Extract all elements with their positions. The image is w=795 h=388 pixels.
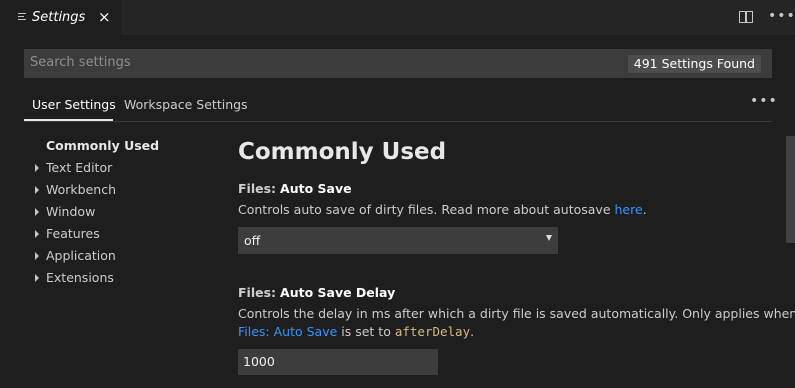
setting-description-auto-save-delay-line2: Files: Auto Save is set to afterDelay. [238, 324, 474, 339]
setting-description-auto-save-delay: Controls the delay in ms after which a d… [238, 306, 795, 321]
select-value: off [244, 233, 261, 248]
setting-title-auto-save: Files: Auto Save [238, 181, 352, 196]
settings-toc: Commonly Used Text Editor Workbench Wind… [32, 137, 202, 291]
toc-item-label: Application [46, 248, 116, 263]
toc-item-application[interactable]: Application [32, 247, 202, 269]
toc-item-workbench[interactable]: Workbench [32, 181, 202, 203]
autosave-docs-link[interactable]: here [615, 202, 643, 217]
chevron-right-icon [35, 230, 39, 238]
toc-item-extensions[interactable]: Extensions [32, 269, 202, 291]
tab-workspace-settings[interactable]: Workspace Settings [124, 97, 248, 112]
section-title: Commonly Used [238, 139, 447, 165]
setting-name: Auto Save [280, 181, 352, 196]
description-mid: is set to [337, 324, 395, 339]
active-tab-indicator [24, 119, 113, 121]
chevron-right-icon [35, 274, 39, 282]
chevron-right-icon [35, 252, 39, 260]
settings-tab[interactable]: Settings × [0, 0, 121, 35]
tab-title: Settings [32, 10, 86, 25]
code-value: afterDelay [394, 324, 471, 339]
more-actions-icon[interactable]: ••• [768, 8, 795, 24]
auto-save-delay-input[interactable]: 1000 [238, 349, 438, 375]
settings-scope-bar: User Settings Workspace Settings ••• [24, 90, 777, 122]
toc-item-commonly-used[interactable]: Commonly Used [32, 137, 202, 159]
search-input[interactable]: Search settings 491 Settings Found [24, 49, 772, 78]
search-placeholder: Search settings [30, 55, 131, 70]
chevron-right-icon [35, 164, 39, 172]
setting-title-auto-save-delay: Files: Auto Save Delay [238, 285, 395, 300]
files-auto-save-link[interactable]: Files: Auto Save [238, 324, 337, 339]
description-text: Controls the delay in ms after which a d… [238, 306, 795, 321]
toc-item-text-editor[interactable]: Text Editor [32, 159, 202, 181]
toc-item-label: Extensions [46, 270, 114, 285]
toc-item-label: Window [46, 204, 96, 219]
input-value: 1000 [243, 354, 275, 369]
split-editor-icon[interactable] [739, 11, 753, 23]
tab-user-settings[interactable]: User Settings [32, 97, 116, 112]
toc-item-features[interactable]: Features [32, 225, 202, 247]
description-text: Controls auto save of dirty files. Read … [238, 202, 611, 217]
setting-category: Files: [238, 285, 277, 300]
chevron-right-icon [35, 186, 39, 194]
toc-item-label: Text Editor [46, 160, 113, 175]
vertical-scrollbar[interactable] [786, 122, 795, 388]
chevron-right-icon [35, 208, 39, 216]
settings-list-icon [18, 13, 26, 22]
toc-item-label: Commonly Used [46, 138, 160, 153]
toc-item-label: Features [46, 226, 100, 241]
setting-description-auto-save: Controls auto save of dirty files. Read … [238, 202, 647, 217]
description-end: . [470, 324, 475, 339]
scrollbar-thumb[interactable] [786, 136, 795, 243]
auto-save-select[interactable]: off [238, 227, 558, 254]
toc-item-label: Workbench [46, 182, 116, 197]
dropdown-arrow-icon [546, 235, 552, 241]
toc-item-window[interactable]: Window [32, 203, 202, 225]
settings-count-badge: 491 Settings Found [627, 55, 761, 73]
setting-category: Files: [238, 181, 277, 196]
more-options-icon[interactable]: ••• [750, 93, 778, 109]
setting-name: Auto Save Delay [280, 285, 396, 300]
description-end: . [642, 202, 647, 217]
editor-tab-bar: Settings × ••• [0, 0, 795, 35]
close-icon[interactable]: × [98, 8, 111, 26]
